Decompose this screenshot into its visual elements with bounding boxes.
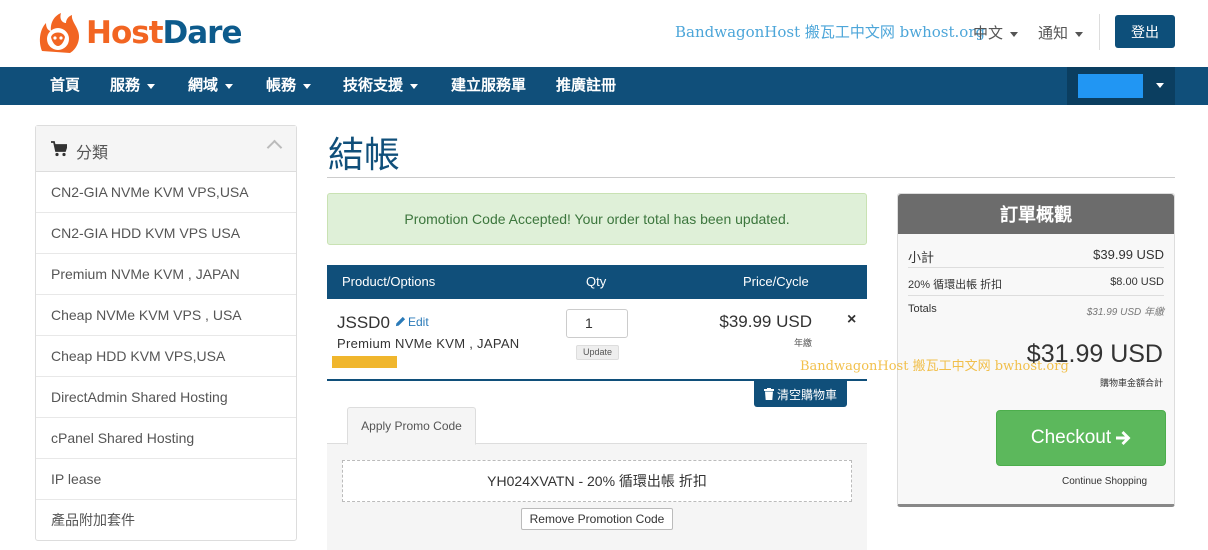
nav-item-open-ticket[interactable]: 建立服務單 xyxy=(451,67,526,105)
tab-apply-promo-code[interactable]: Apply Promo Code xyxy=(347,407,476,445)
total-due-label: 購物車金額合計 xyxy=(1099,378,1163,388)
billing-cycle: 年繳 xyxy=(793,338,812,348)
order-summary: 訂單概觀 小計 $39.99 USD 20% 循環出帳 折扣 $8.00 USD… xyxy=(897,193,1175,507)
sidebar-header[interactable]: 分類 xyxy=(36,126,296,172)
language-dropdown[interactable]: 中文 xyxy=(973,22,1019,43)
product-price: $39.99 USD xyxy=(719,312,812,331)
column-header-qty: Qty xyxy=(586,274,607,289)
nav-label: 網域 xyxy=(188,77,219,94)
chevron-down-icon xyxy=(1010,31,1019,37)
divider xyxy=(908,295,1164,296)
remove-item-button[interactable]: × xyxy=(847,311,856,329)
chevron-down-icon xyxy=(1075,31,1084,37)
discount-value: $8.00 USD xyxy=(1110,276,1164,288)
arrow-right-icon xyxy=(1116,431,1131,445)
sidebar-item-premium-nvme-japan[interactable]: Premium NVMe KVM , JAPAN xyxy=(36,254,296,295)
totals-row: Totals $31.99 USD 年繳 xyxy=(908,303,1164,318)
nav-item-services[interactable]: 服務 xyxy=(110,67,156,105)
nav-item-billing[interactable]: 帳務 xyxy=(266,67,312,105)
chevron-down-icon xyxy=(1156,83,1164,88)
hostdare-logo[interactable]: HostDare xyxy=(36,9,243,57)
totals-label: Totals xyxy=(908,303,937,315)
watermark-text: BandwagonHost 搬瓦工中文网 bwhost.org xyxy=(800,359,1069,374)
cart-item-row: JSSD0 Edit Premium NVMe KVM , JAPAN 1 Up… xyxy=(327,299,867,381)
logo-wordmark: HostDare xyxy=(86,15,243,51)
shopping-cart-icon xyxy=(51,141,67,157)
chevron-down-icon xyxy=(147,83,156,89)
divider xyxy=(1099,14,1100,50)
divider xyxy=(908,267,1164,268)
language-label: 中文 xyxy=(973,25,1004,42)
continue-shopping-link[interactable]: Continue Shopping xyxy=(1062,476,1147,487)
sidebar-item-cpanel[interactable]: cPanel Shared Hosting xyxy=(36,418,296,459)
column-header-price: Price/Cycle xyxy=(743,274,809,289)
product-name: JSSD0 xyxy=(337,313,390,332)
divider xyxy=(327,177,1175,178)
nav-item-support[interactable]: 技術支援 xyxy=(343,67,419,105)
site-header: HostDare BandwagonHost 搬瓦工中文网 bwhost.org… xyxy=(0,0,1208,67)
sidebar-item-ip-lease[interactable]: IP lease xyxy=(36,459,296,500)
sidebar-item-cheap-nvme-usa[interactable]: Cheap NVMe KVM VPS , USA xyxy=(36,295,296,336)
subtotal-label: 小計 xyxy=(908,250,935,265)
sidebar-title: 分類 xyxy=(76,145,109,162)
chevron-down-icon xyxy=(225,83,234,89)
chevron-down-icon xyxy=(410,83,419,89)
logo-dare-text: Dare xyxy=(162,15,243,51)
nav-label: 推廣註冊 xyxy=(556,77,617,94)
categories-sidebar: 分類 CN2-GIA NVMe KVM VPS,USA CN2-GIA HDD … xyxy=(35,125,297,541)
edit-product-link[interactable]: Edit xyxy=(395,315,429,329)
nav-label: 服務 xyxy=(110,77,141,94)
chevron-down-icon xyxy=(303,83,312,89)
nav-item-home[interactable]: 首頁 xyxy=(50,67,80,105)
quantity-input[interactable]: 1 xyxy=(566,309,628,338)
account-name-redacted xyxy=(1078,74,1143,98)
page-title: 結帳 xyxy=(328,135,401,176)
main-navbar: 首頁 服務 網域 帳務 技術支援 建立服務單 推廣註冊 xyxy=(0,67,1208,105)
notifications-dropdown[interactable]: 通知 xyxy=(1038,22,1084,43)
notifications-label: 通知 xyxy=(1038,25,1069,42)
totals-value: $31.99 USD 年繳 xyxy=(1086,307,1164,318)
pencil-icon xyxy=(395,316,406,327)
empty-cart-button[interactable]: 清空購物車 xyxy=(754,381,847,407)
logo-host-text: Host xyxy=(86,15,164,51)
update-qty-button[interactable]: Update xyxy=(576,345,619,360)
subtotal-row: 小計 $39.99 USD xyxy=(908,247,1164,266)
nav-label: 技術支援 xyxy=(343,77,404,94)
watermark-text: BandwagonHost 搬瓦工中文网 bwhost.org xyxy=(675,23,986,41)
sidebar-item-directadmin[interactable]: DirectAdmin Shared Hosting xyxy=(36,377,296,418)
sidebar-item-cn2-gia-hdd[interactable]: CN2-GIA HDD KVM VPS USA xyxy=(36,213,296,254)
account-dropdown[interactable] xyxy=(1067,67,1175,105)
cart-table-header: Product/Options Qty Price/Cycle xyxy=(327,265,867,299)
product-highlight-bar xyxy=(332,356,397,368)
subtotal-value: $39.99 USD xyxy=(1093,247,1164,262)
nav-label: 首頁 xyxy=(50,77,81,94)
applied-promo-code: YH024XVATN - 20% 循環出帳 折扣 xyxy=(342,460,852,502)
logout-button[interactable]: 登出 xyxy=(1115,15,1175,48)
nav-label: 建立服務單 xyxy=(451,77,527,94)
chevron-up-icon[interactable] xyxy=(266,139,283,156)
empty-cart-label: 清空購物車 xyxy=(776,387,837,402)
order-summary-title: 訂單概觀 xyxy=(898,194,1174,234)
product-group: Premium NVMe KVM , JAPAN xyxy=(337,336,520,351)
sidebar-item-cn2-gia-nvme[interactable]: CN2-GIA NVMe KVM VPS,USA xyxy=(36,172,296,213)
sidebar-item-cheap-hdd-usa[interactable]: Cheap HDD KVM VPS,USA xyxy=(36,336,296,377)
checkout-button[interactable]: Checkout xyxy=(996,410,1166,466)
remove-promo-button[interactable]: Remove Promotion Code xyxy=(521,508,673,530)
nav-item-affiliates[interactable]: 推廣註冊 xyxy=(556,67,616,105)
edit-label: Edit xyxy=(408,315,429,329)
checkout-label: Checkout xyxy=(1030,427,1112,448)
column-header-product: Product/Options xyxy=(342,274,436,289)
nav-label: 帳務 xyxy=(266,77,297,94)
sidebar-item-addons[interactable]: 產品附加套件 xyxy=(36,500,296,541)
trash-icon xyxy=(763,388,774,400)
flame-logo-icon xyxy=(39,13,80,53)
discount-row: 20% 循環出帳 折扣 $8.00 USD xyxy=(908,276,1164,292)
promo-success-alert: Promotion Code Accepted! Your order tota… xyxy=(327,193,867,245)
discount-label: 20% 循環出帳 折扣 xyxy=(908,279,1003,291)
nav-item-domains[interactable]: 網域 xyxy=(188,67,234,105)
